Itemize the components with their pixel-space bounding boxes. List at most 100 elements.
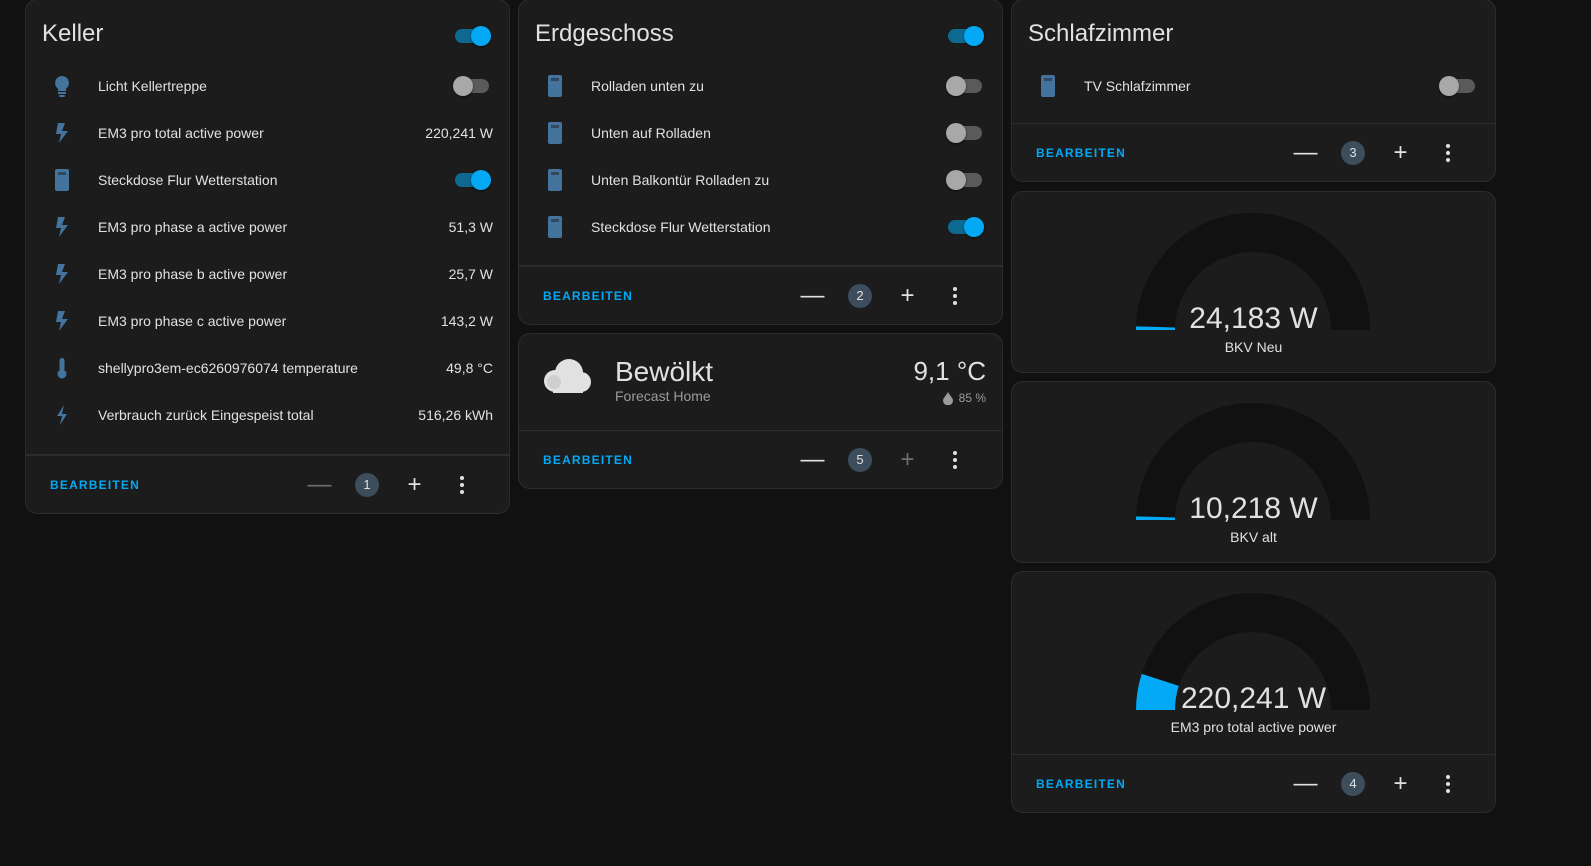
schlafzimmer-card: Schlafzimmer TV Schlafzimmer <box>1011 0 1496 124</box>
position-badge: 4 <box>1341 771 1365 796</box>
entity-name: Unten Balkontür Rolladen zu <box>591 172 770 188</box>
flash-icon <box>26 310 98 332</box>
entity-toggle[interactable] <box>453 170 509 190</box>
humidity-value: 85 % <box>958 391 986 405</box>
move-up-button[interactable]: — <box>1282 139 1329 167</box>
edit-button[interactable]: BEARBEITEN <box>543 453 789 467</box>
weather-entity-name: Forecast Home <box>615 388 711 404</box>
entity-toggle[interactable] <box>946 123 1002 143</box>
entity-name: EM3 pro phase c active power <box>98 313 287 329</box>
socket-icon <box>519 122 591 144</box>
move-down-button[interactable]: + <box>884 446 931 474</box>
move-up-button[interactable]: — <box>296 471 343 499</box>
entity-row[interactable]: EM3 pro phase b active power 25,7 W <box>26 250 509 298</box>
entity-value: 49,8 °C <box>446 360 493 376</box>
entity-value: 516,26 kWh <box>418 407 493 423</box>
entity-name: EM3 pro total active power <box>98 125 264 141</box>
flash-icon <box>26 263 98 285</box>
gauge-card[interactable]: 220,241 W EM3 pro total active power <box>1011 571 1496 755</box>
move-down-button[interactable]: + <box>1377 139 1424 167</box>
lightbulb-icon <box>26 75 98 97</box>
card-edit-footer: BEARBEITEN — 2 + <box>518 266 1003 325</box>
weather-card[interactable]: Bewölkt Forecast Home 9,1 °C 85 % <box>518 333 1003 431</box>
entity-name: TV Schlafzimmer <box>1084 78 1191 94</box>
move-down-button[interactable]: + <box>884 282 931 310</box>
entity-row[interactable]: Rolladen unten zu <box>519 62 1002 110</box>
card-edit-footer: BEARBEITEN — 4 + <box>1011 754 1496 813</box>
entity-row[interactable]: EM3 pro total active power 220,241 W <box>26 109 509 157</box>
edit-button[interactable]: BEARBEITEN <box>1036 146 1282 160</box>
more-options-icon[interactable] <box>931 450 978 469</box>
socket-icon <box>519 75 591 97</box>
gauge-card[interactable]: 10,218 W BKV alt <box>1011 381 1496 563</box>
entity-toggle[interactable] <box>1439 76 1495 96</box>
move-up-button[interactable]: — <box>1282 770 1329 798</box>
move-down-button[interactable]: + <box>1377 770 1424 798</box>
entity-toggle[interactable] <box>946 76 1002 96</box>
entity-row[interactable]: Steckdose Flur Wetterstation <box>519 203 1002 251</box>
entity-name: Steckdose Flur Wetterstation <box>98 172 278 188</box>
entity-value: 25,7 W <box>448 266 493 282</box>
position-badge: 2 <box>848 283 872 308</box>
position-badge: 1 <box>355 472 379 497</box>
edit-button[interactable]: BEARBEITEN <box>50 478 296 492</box>
move-up-button[interactable]: — <box>789 446 836 474</box>
flash-icon <box>26 122 98 144</box>
card-title: Erdgeschoss <box>535 20 674 47</box>
entity-row[interactable]: EM3 pro phase a active power 51,3 W <box>26 203 509 251</box>
entity-name: Steckdose Flur Wetterstation <box>591 219 771 235</box>
entity-name: Rolladen unten zu <box>591 78 704 94</box>
entity-value: 143,2 W <box>440 313 493 329</box>
entity-toggle[interactable] <box>453 76 509 96</box>
header-toggle[interactable] <box>946 26 984 46</box>
entity-row[interactable]: Steckdose Flur Wetterstation <box>26 156 509 204</box>
more-options-icon[interactable] <box>438 475 485 494</box>
flash-icon <box>26 216 98 238</box>
cloud-icon <box>539 356 595 401</box>
keller-card: Keller Licht Kellertreppe EM3 pro total … <box>25 0 510 455</box>
move-down-button[interactable]: + <box>391 471 438 499</box>
entity-value: 51,3 W <box>448 219 493 235</box>
card-edit-footer: BEARBEITEN — 5 + <box>518 430 1003 489</box>
entity-toggle[interactable] <box>946 217 1002 237</box>
entity-row[interactable]: TV Schlafzimmer <box>1012 62 1495 110</box>
socket-icon <box>26 169 98 191</box>
entity-row[interactable]: Verbrauch zurück Eingespeist total 516,2… <box>26 391 509 439</box>
entity-row[interactable]: Unten auf Rolladen <box>519 109 1002 157</box>
erdgeschoss-card: Erdgeschoss Rolladen unten zu Unten auf … <box>518 0 1003 266</box>
position-badge: 3 <box>1341 140 1365 165</box>
edit-button[interactable]: BEARBEITEN <box>1036 777 1282 791</box>
entity-toggle[interactable] <box>946 170 1002 190</box>
entity-row[interactable]: EM3 pro phase c active power 143,2 W <box>26 297 509 345</box>
entity-row[interactable]: Unten Balkontür Rolladen zu <box>519 156 1002 204</box>
socket-icon <box>519 216 591 238</box>
card-title: Keller <box>42 20 104 47</box>
header-toggle[interactable] <box>453 26 491 46</box>
card-edit-footer: BEARBEITEN — 3 + <box>1011 123 1496 182</box>
gauge-name: EM3 pro total active power <box>1170 719 1337 735</box>
more-options-icon[interactable] <box>1424 774 1471 793</box>
gauge-card[interactable]: 24,183 W BKV Neu <box>1011 191 1496 373</box>
gauge-name: BKV alt <box>1230 529 1277 545</box>
gauge-name: BKV Neu <box>1224 339 1283 355</box>
entity-name: Verbrauch zurück Eingespeist total <box>98 407 314 423</box>
weather-humidity: 85 % <box>942 391 986 405</box>
weather-temperature: 9,1 °C <box>913 356 986 386</box>
entity-name: EM3 pro phase b active power <box>98 266 288 282</box>
weather-condition: Bewölkt <box>615 356 714 387</box>
entity-row[interactable]: Licht Kellertreppe <box>26 62 509 110</box>
more-options-icon[interactable] <box>931 286 978 305</box>
edit-button[interactable]: BEARBEITEN <box>543 289 789 303</box>
gauge-value: 24,183 W <box>1189 302 1318 335</box>
move-up-button[interactable]: — <box>789 282 836 310</box>
thermometer-icon <box>26 357 98 379</box>
water-drop-icon <box>942 391 953 405</box>
more-options-icon[interactable] <box>1424 143 1471 162</box>
gauge-value: 220,241 W <box>1180 682 1327 715</box>
entity-name: Licht Kellertreppe <box>98 78 207 94</box>
entity-name: EM3 pro phase a active power <box>98 219 288 235</box>
flash-icon <box>26 404 98 426</box>
entity-row[interactable]: shellypro3em-ec6260976074 temperature 49… <box>26 344 509 392</box>
position-badge: 5 <box>848 447 872 472</box>
socket-icon <box>519 169 591 191</box>
